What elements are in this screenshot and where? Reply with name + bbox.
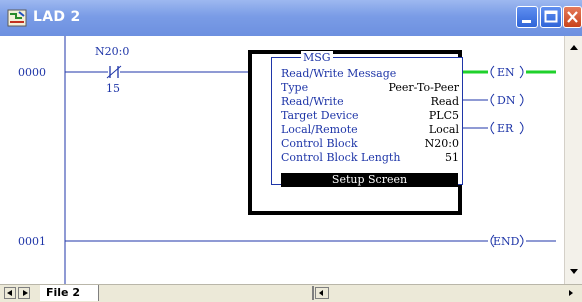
msg-key: Control Block (281, 137, 358, 150)
triangle-right-icon (23, 290, 28, 296)
msg-value: 51 (445, 151, 459, 164)
msg-key: Control Block Length (281, 151, 401, 164)
scroll-right-button[interactable] (564, 287, 578, 299)
window-title: LAD 2 (33, 9, 81, 25)
scroll-right-icon (569, 290, 573, 296)
scroll-down-icon[interactable] (570, 269, 578, 274)
vertical-scrollbar[interactable] (564, 36, 582, 284)
lad-window: LAD 2 0000 0001 N20:0 15 MSG Read/Write … (0, 0, 582, 302)
msg-value: N20:0 (424, 137, 459, 150)
msg-value: PLC5 (428, 109, 459, 122)
maximize-button[interactable] (540, 6, 562, 28)
msg-row-control-block[interactable]: Control Block N20:0 (281, 137, 459, 150)
msg-key: Local/Remote (281, 123, 358, 136)
scroll-up-icon[interactable] (570, 45, 578, 50)
coil-er[interactable]: ER (497, 122, 513, 135)
coil-en[interactable]: EN (497, 66, 515, 79)
msg-key: Read/Write (281, 95, 344, 108)
contact-address[interactable]: N20:0 (95, 45, 129, 58)
rung-number-0001[interactable]: 0001 (18, 235, 46, 248)
msg-header-row: Read/Write Message (281, 67, 459, 80)
contact-bit[interactable]: 15 (106, 82, 120, 95)
msg-row-read-write[interactable]: Read/Write Read (281, 95, 459, 108)
msg-row-control-block-length[interactable]: Control Block Length 51 (281, 151, 459, 164)
coil-end: END (493, 235, 520, 248)
scroll-splitter[interactable] (312, 286, 314, 300)
msg-key: Type (281, 81, 309, 94)
msg-header: Read/Write Message (281, 67, 397, 80)
tab-nav-left-button[interactable] (4, 287, 16, 299)
rung-number-0000[interactable]: 0000 (18, 66, 46, 79)
msg-value: Local (428, 123, 459, 136)
coil-dn[interactable]: DN (497, 94, 515, 107)
tab-nav-right-button[interactable] (18, 287, 30, 299)
triangle-left-icon (7, 290, 12, 296)
scroll-left-button[interactable] (315, 287, 329, 299)
title-bar[interactable]: LAD 2 (0, 0, 582, 36)
close-button[interactable] (563, 6, 582, 28)
msg-row-type[interactable]: Type Peer-To-Peer (281, 81, 459, 94)
msg-value: Read (430, 95, 459, 108)
ladder-app-icon (7, 8, 27, 28)
setup-screen-button[interactable]: Setup Screen (281, 173, 458, 187)
msg-title: MSG (301, 51, 333, 64)
bottom-bar: File 2 (0, 284, 582, 302)
minimize-button[interactable] (516, 6, 538, 28)
ladder-editor[interactable]: 0000 0001 N20:0 15 MSG Read/Write Messag… (0, 36, 564, 284)
msg-value: Peer-To-Peer (388, 81, 459, 94)
msg-row-target-device[interactable]: Target Device PLC5 (281, 109, 459, 122)
msg-key: Target Device (281, 109, 359, 122)
tab-file-2[interactable]: File 2 (40, 285, 99, 301)
scroll-left-icon (319, 290, 323, 296)
msg-row-local-remote[interactable]: Local/Remote Local (281, 123, 459, 136)
